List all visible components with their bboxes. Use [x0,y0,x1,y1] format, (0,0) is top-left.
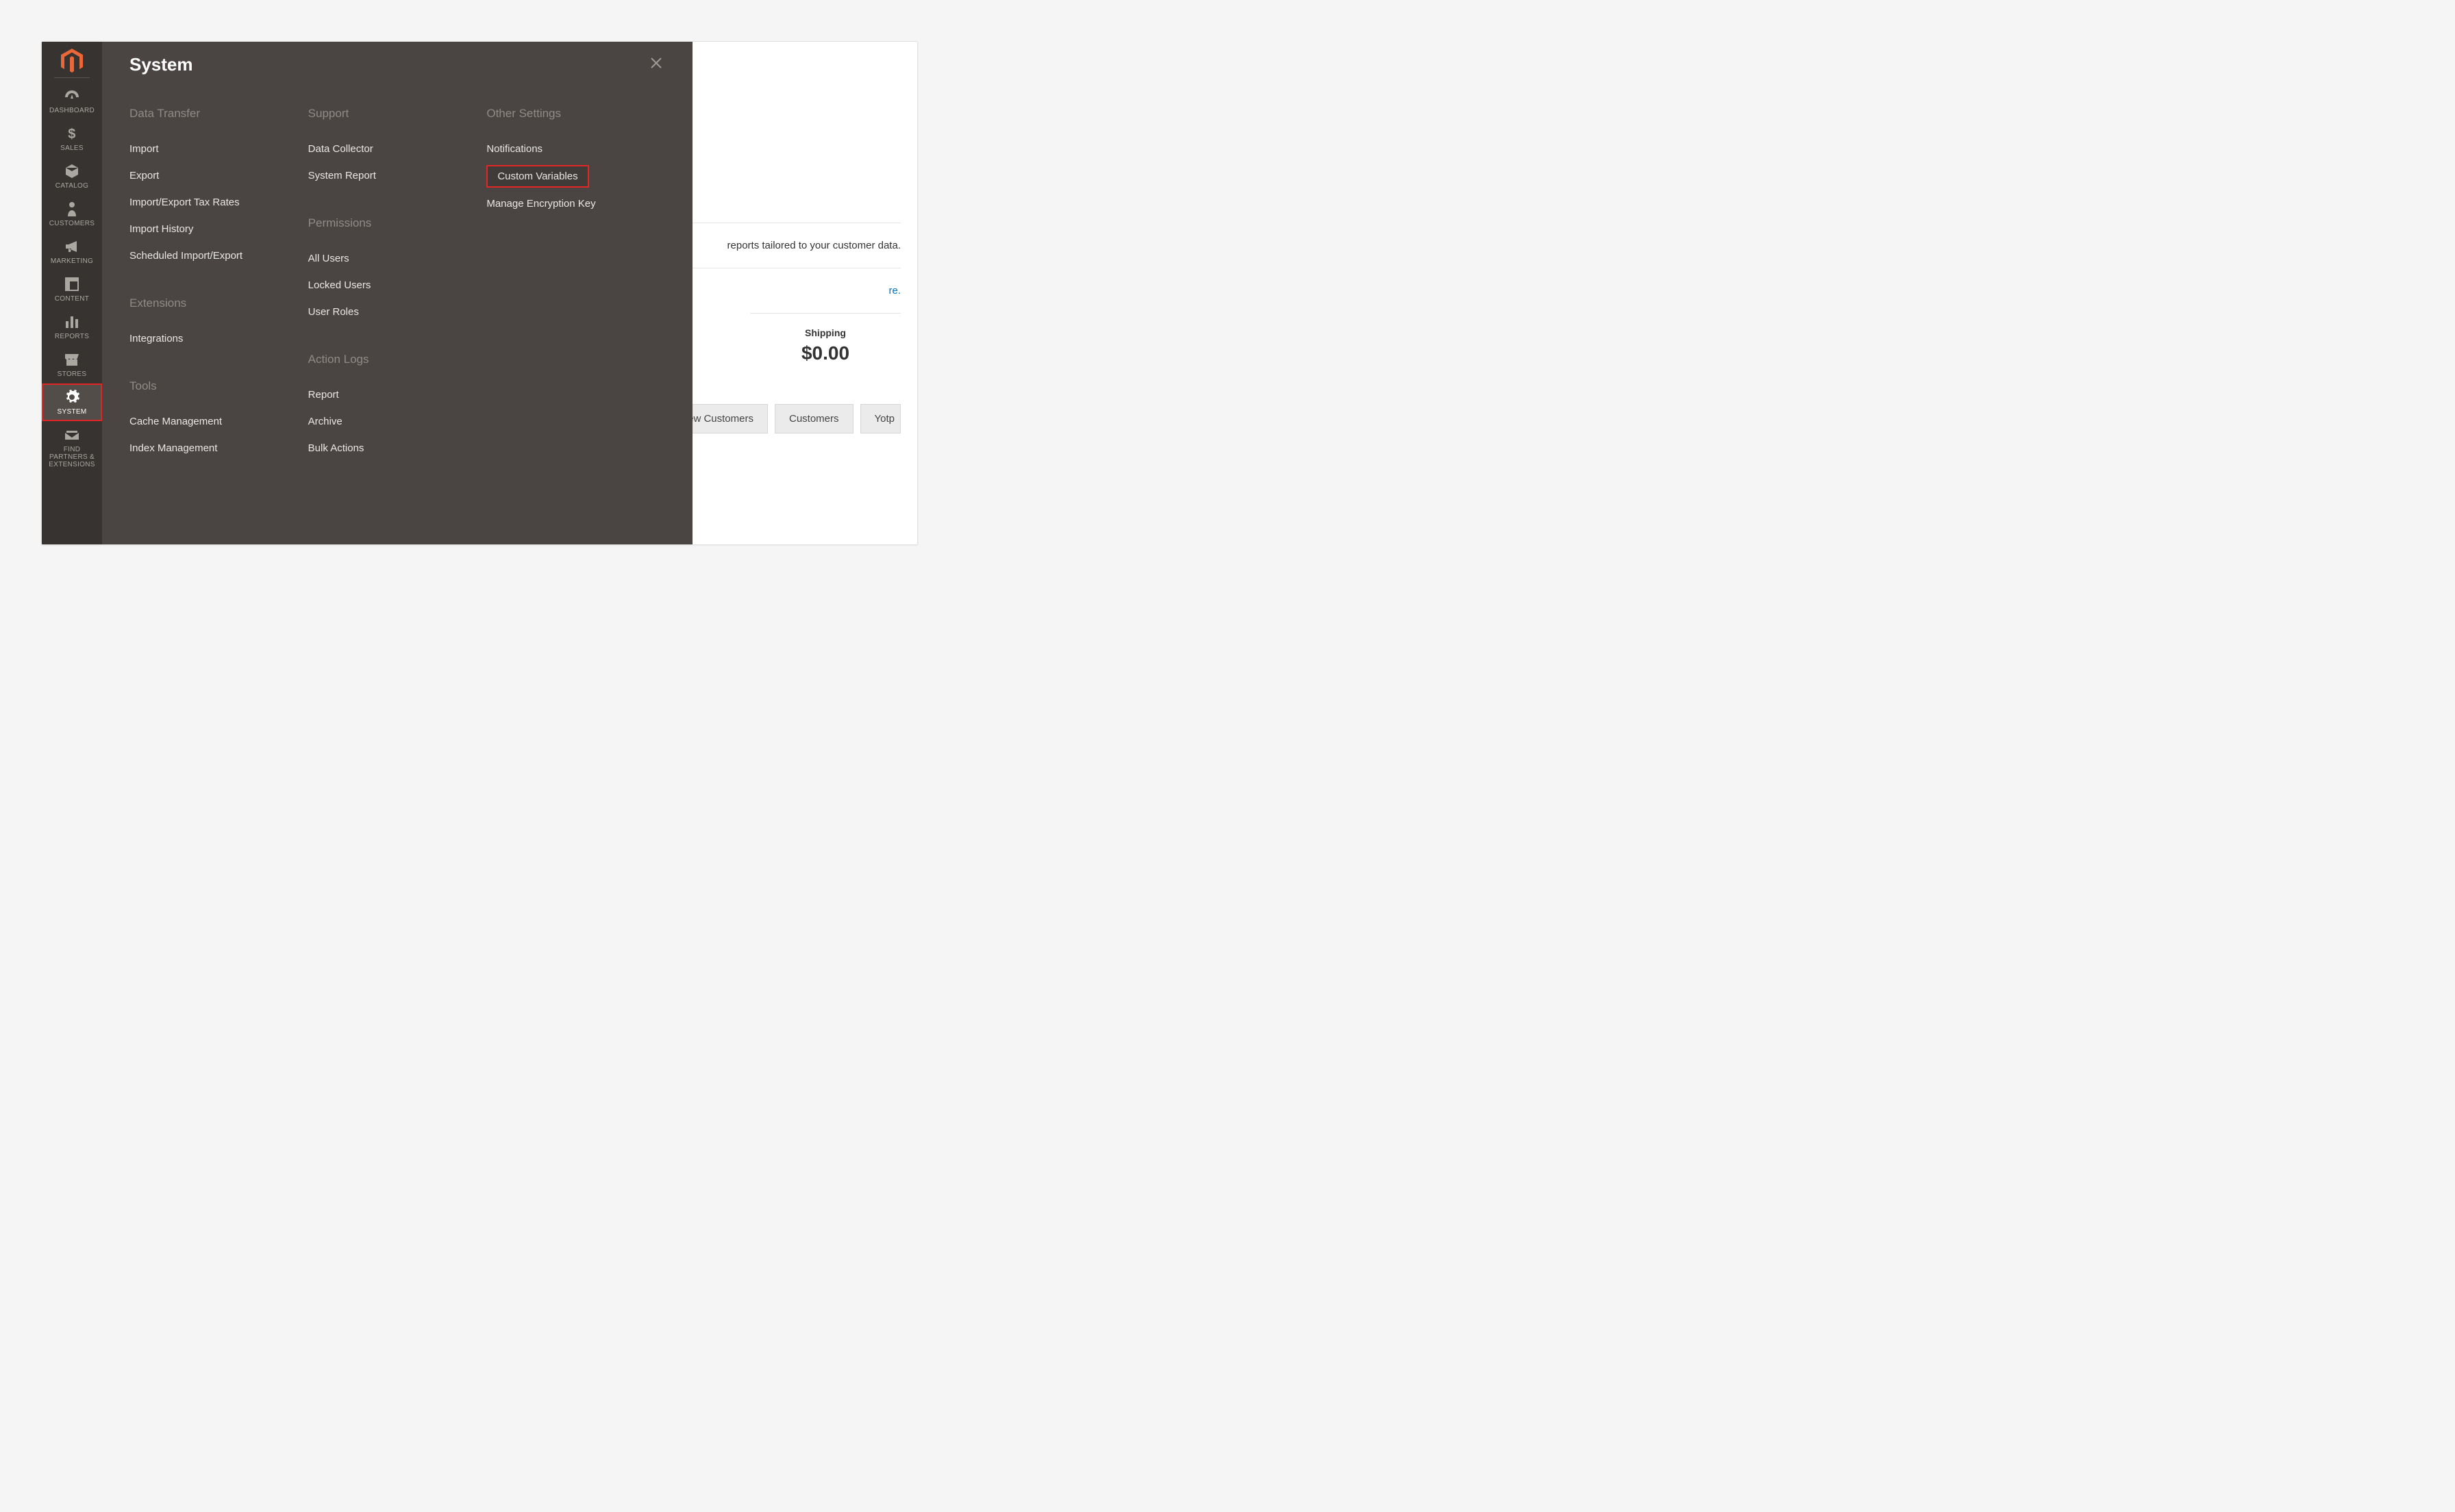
system-flyout: System Data Transfer ImportExportImport/E… [102,42,693,544]
sidebar-item-dashboard[interactable]: DASHBOARD [42,82,102,120]
tab-yotp[interactable]: Yotp [860,404,901,433]
partners-icon [64,427,79,443]
sidebar-item-label: REPORTS [52,333,92,340]
shipping-value: $0.00 [750,342,901,364]
box-icon [64,163,79,179]
dashboard-icon [64,88,80,104]
menu-item-user-roles[interactable]: User Roles [308,299,473,325]
section-title: Action Logs [308,353,473,366]
megaphone-icon [64,238,79,255]
flyout-section: Extensions Integrations [129,297,295,352]
close-button[interactable] [647,54,665,75]
flyout-section: Support Data CollectorSystem Report [308,107,473,189]
sidebar-item-system[interactable]: SYSTEM [42,383,102,421]
sidebar-item-marketing[interactable]: MARKETING [42,233,102,270]
admin-sidebar: DASHBOARD $ SALES CATALOG CUSTOMERS MARK… [42,42,102,544]
storefront-icon [64,351,79,368]
sidebar-item-stores[interactable]: STORES [42,346,102,383]
section-title: Other Settings [486,107,651,121]
menu-item-locked-users[interactable]: Locked Users [308,272,473,299]
sidebar-item-label: DASHBOARD [47,107,97,114]
flyout-section: Action Logs ReportArchiveBulk Actions [308,353,473,462]
sidebar-item-reports[interactable]: REPORTS [42,308,102,346]
flyout-columns: Data Transfer ImportExportImport/Export T… [129,107,665,489]
section-title: Tools [129,379,295,393]
section-title: Permissions [308,216,473,230]
menu-item-bulk-actions[interactable]: Bulk Actions [308,435,473,462]
menu-item-cache-management[interactable]: Cache Management [129,408,295,435]
section-title: Data Transfer [129,107,295,121]
bars-icon [65,314,79,330]
tagline-text: reports tailored to your customer data. [727,240,901,251]
menu-item-report[interactable]: Report [308,381,473,408]
menu-item-archive[interactable]: Archive [308,408,473,435]
menu-item-import-history[interactable]: Import History [129,216,295,242]
admin-window: reports tailored to your customer data. … [41,41,918,545]
menu-item-notifications[interactable]: Notifications [486,136,651,162]
sidebar-item-sales[interactable]: $ SALES [42,120,102,158]
menu-item-manage-encryption-key[interactable]: Manage Encryption Key [486,190,651,217]
layout-icon [65,276,79,292]
sidebar-item-label: MARKETING [48,257,96,265]
sidebar-item-label: FIND PARTNERS & EXTENSIONS [42,446,102,468]
tab-customers[interactable]: Customers [775,404,853,433]
sidebar-item-label: CUSTOMERS [47,220,97,227]
gear-icon [64,389,79,405]
sidebar-item-content[interactable]: CONTENT [42,270,102,308]
flyout-section: Permissions All UsersLocked UsersUser Rol… [308,216,473,325]
menu-item-system-report[interactable]: System Report [308,162,473,189]
menu-item-all-users[interactable]: All Users [308,245,473,272]
menu-item-index-management[interactable]: Index Management [129,435,295,462]
section-title: Extensions [129,297,295,310]
flyout-header: System [129,54,665,75]
menu-item-scheduled-import-export[interactable]: Scheduled Import/Export [129,242,295,269]
flyout-section: Tools Cache ManagementIndex Management [129,379,295,462]
link-suffix[interactable]: re. [888,285,901,297]
logo-divider [54,77,90,78]
shipping-stat: Shipping $0.00 [750,313,901,377]
sidebar-item-label: CONTENT [52,295,92,303]
sidebar-item-catalog[interactable]: CATALOG [42,158,102,195]
sidebar-item-find-partners[interactable]: FIND PARTNERS & EXTENSIONS [42,421,102,474]
menu-item-data-collector[interactable]: Data Collector [308,136,473,162]
menu-item-integrations[interactable]: Integrations [129,325,295,352]
dollar-icon: $ [67,125,77,142]
menu-item-custom-variables[interactable]: Custom Variables [486,165,588,188]
menu-item-export[interactable]: Export [129,162,295,189]
flyout-section: Data Transfer ImportExportImport/Export T… [129,107,295,269]
flyout-section: Other Settings Notifications Custom Variab… [486,107,651,217]
sidebar-item-label: SYSTEM [55,408,90,416]
sidebar-item-label: CATALOG [53,182,91,190]
flyout-column: Other Settings Notifications Custom Variab… [486,107,665,489]
sidebar-item-label: STORES [55,370,90,378]
sidebar-item-label: SALES [58,144,86,152]
magento-logo[interactable] [42,42,102,77]
svg-text:$: $ [68,127,75,141]
menu-item-import-export-tax-rates[interactable]: Import/Export Tax Rates [129,189,295,216]
flyout-column: Support Data CollectorSystem Report Permis… [308,107,487,489]
sidebar-item-customers[interactable]: CUSTOMERS [42,195,102,233]
shipping-label: Shipping [750,327,901,338]
menu-item-import[interactable]: Import [129,136,295,162]
close-icon [650,60,662,72]
person-icon [66,201,77,217]
flyout-title: System [129,54,193,75]
section-title: Support [308,107,473,121]
flyout-column: Data Transfer ImportExportImport/Export T… [129,107,308,489]
